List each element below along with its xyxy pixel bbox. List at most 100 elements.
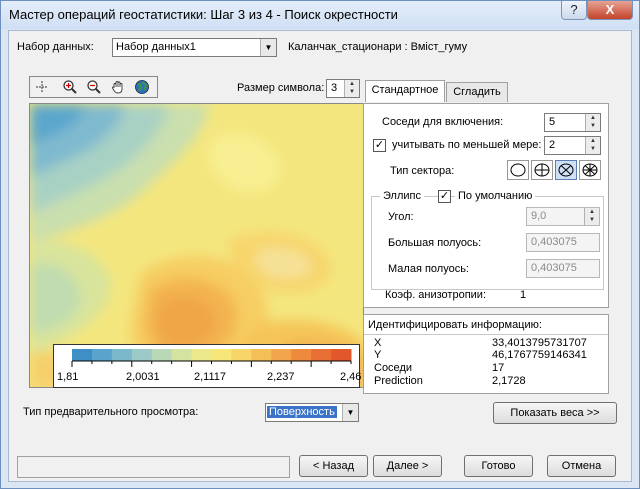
spinner-buttons[interactable]: ▲ ▼: [584, 208, 599, 225]
preview-type-label: Тип предварительного просмотра:: [23, 406, 199, 418]
legend-tick-2: 2,1117: [194, 371, 227, 383]
legend-swatch: [131, 349, 153, 361]
window-title: Мастер операций геостатистики: Шаг 3 из …: [9, 7, 398, 22]
anisotropy-label: Коэф. анизотропии:: [385, 289, 487, 301]
spinner-buttons[interactable]: ▲ ▼: [344, 80, 359, 97]
chevron-down-icon: ▼: [260, 39, 276, 56]
sector-4-shifted-icon[interactable]: [555, 160, 577, 180]
legend-tick-3: 2,237: [267, 371, 295, 383]
help-button[interactable]: ?: [561, 1, 587, 20]
minor-axis-value: 0,403075: [531, 262, 577, 274]
major-axis-value: 0,403075: [531, 236, 577, 248]
default-checkbox[interactable]: ✓: [438, 190, 451, 203]
dataset-label: Набор данных:: [17, 41, 94, 53]
identify-title: Идентифицировать информацию:: [368, 319, 542, 331]
spin-down-icon[interactable]: ▼: [586, 145, 600, 153]
dataset-info: Каланчак_стационари : Вміст_гуму: [288, 41, 468, 53]
identify-value-y: 46,1767759146341: [492, 349, 587, 361]
zoom-in-icon[interactable]: [61, 79, 79, 95]
spin-down-icon[interactable]: ▼: [345, 88, 359, 96]
spin-down-icon[interactable]: ▼: [586, 122, 600, 130]
back-button[interactable]: < Назад: [299, 455, 368, 477]
finish-button[interactable]: Готово: [464, 455, 533, 477]
legend-swatch: [271, 349, 292, 361]
legend-swatch: [111, 349, 133, 361]
identify-value-x: 33,4013795731707: [492, 337, 587, 349]
identify-key-x: X: [374, 337, 382, 349]
identify-value-neighbors: 17: [492, 362, 505, 374]
neighbors-label: Соседи для включения:: [382, 116, 504, 128]
symbol-size-label: Размер символа:: [237, 82, 325, 94]
wizard-window: Мастер операций геостатистики: Шаг 3 из …: [0, 0, 640, 489]
major-axis-label: Большая полуось:: [388, 237, 482, 249]
wizard-client-area: Набор данных: Набор данных1 ▼ Каланчак_с…: [8, 30, 632, 482]
ellipse-group-label: Эллипс: [380, 190, 424, 202]
legend-swatch: [91, 349, 113, 361]
legend-swatch: [331, 349, 352, 361]
title-bar: Мастер операций геостатистики: Шаг 3 из …: [1, 1, 639, 29]
preview-type-value: Поверхность: [267, 406, 337, 418]
default-label: По умолчанию: [455, 190, 536, 202]
legend-swatch: [72, 349, 93, 361]
legend-tick-0: 1,81: [57, 371, 79, 383]
angle-spinner[interactable]: 9,0 ▲ ▼: [526, 207, 600, 226]
pan-hand-icon[interactable]: [109, 79, 127, 95]
sector-1-icon[interactable]: [507, 160, 529, 180]
close-button[interactable]: X: [587, 1, 633, 20]
status-bar: [17, 456, 290, 478]
minor-axis-field[interactable]: 0,403075: [526, 259, 600, 278]
spin-up-icon[interactable]: ▲: [585, 208, 599, 216]
legend-swatch: [211, 349, 232, 361]
identify-info-panel: Идентифицировать информацию: X 33,401379…: [363, 314, 609, 394]
next-button[interactable]: Далее >: [373, 455, 442, 477]
legend-tick-1: 2,0031: [126, 371, 160, 383]
identify-key-neighbors: Соседи: [374, 362, 413, 374]
at-least-label: учитывать по меньшей мере:: [392, 139, 542, 151]
legend-swatch: [231, 349, 252, 361]
legend-swatch: [171, 349, 193, 361]
legend-swatch: [151, 349, 173, 361]
zoom-out-icon[interactable]: [85, 79, 103, 95]
spinner-buttons[interactable]: ▲ ▼: [585, 114, 600, 131]
map-toolbar: [29, 76, 158, 98]
chevron-down-icon: ▼: [342, 404, 358, 421]
identify-divider: [364, 334, 608, 335]
at-least-spinner[interactable]: 2 ▲ ▼: [544, 136, 601, 155]
sector-4-icon[interactable]: [531, 160, 553, 180]
minor-axis-label: Малая полуось:: [388, 263, 469, 275]
identify-key-y: Y: [374, 349, 382, 361]
tab-smooth[interactable]: Сгладить: [446, 82, 508, 102]
legend-swatch: [311, 349, 332, 361]
dataset-select-value: Набор данных1: [116, 41, 196, 53]
legend-swatch: [251, 349, 272, 361]
spinner-buttons[interactable]: ▲ ▼: [585, 137, 600, 154]
neighbors-spinner[interactable]: 5 ▲ ▼: [544, 113, 601, 132]
cancel-button[interactable]: Отмена: [547, 455, 616, 477]
neighbors-value: 5: [549, 116, 556, 128]
color-legend: 1,81 2,0031 2,1117 2,237 2,46: [53, 344, 362, 388]
at-least-value: 2: [549, 139, 556, 151]
spin-down-icon[interactable]: ▼: [585, 216, 599, 224]
angle-value: 9,0: [531, 210, 547, 222]
tab-standard[interactable]: Стандартное: [365, 80, 445, 102]
sector-8-icon[interactable]: [579, 160, 601, 180]
at-least-checkbox[interactable]: ✓: [373, 139, 386, 152]
spin-up-icon[interactable]: ▲: [586, 137, 600, 145]
symbol-size-spinner[interactable]: 3 ▲ ▼: [326, 79, 360, 98]
preview-type-select[interactable]: Поверхность ▼: [265, 403, 359, 422]
dataset-select[interactable]: Набор данных1 ▼: [112, 38, 277, 57]
symbol-size-value: 3: [331, 82, 338, 94]
globe-icon[interactable]: [133, 79, 151, 95]
spin-up-icon[interactable]: ▲: [345, 80, 359, 88]
spin-up-icon[interactable]: ▲: [586, 114, 600, 122]
cross-icon[interactable]: [33, 79, 51, 95]
legend-swatch: [291, 349, 312, 361]
major-axis-field[interactable]: 0,403075: [526, 233, 600, 252]
legend-swatch: [191, 349, 212, 361]
identify-value-prediction: 2,1728: [492, 375, 526, 387]
show-weights-button[interactable]: Показать веса >>: [493, 402, 617, 424]
anisotropy-value: 1: [520, 289, 527, 301]
sector-type-label: Тип сектора:: [390, 165, 455, 177]
legend-tick-4: 2,46: [340, 371, 362, 383]
angle-label: Угол:: [388, 211, 414, 223]
